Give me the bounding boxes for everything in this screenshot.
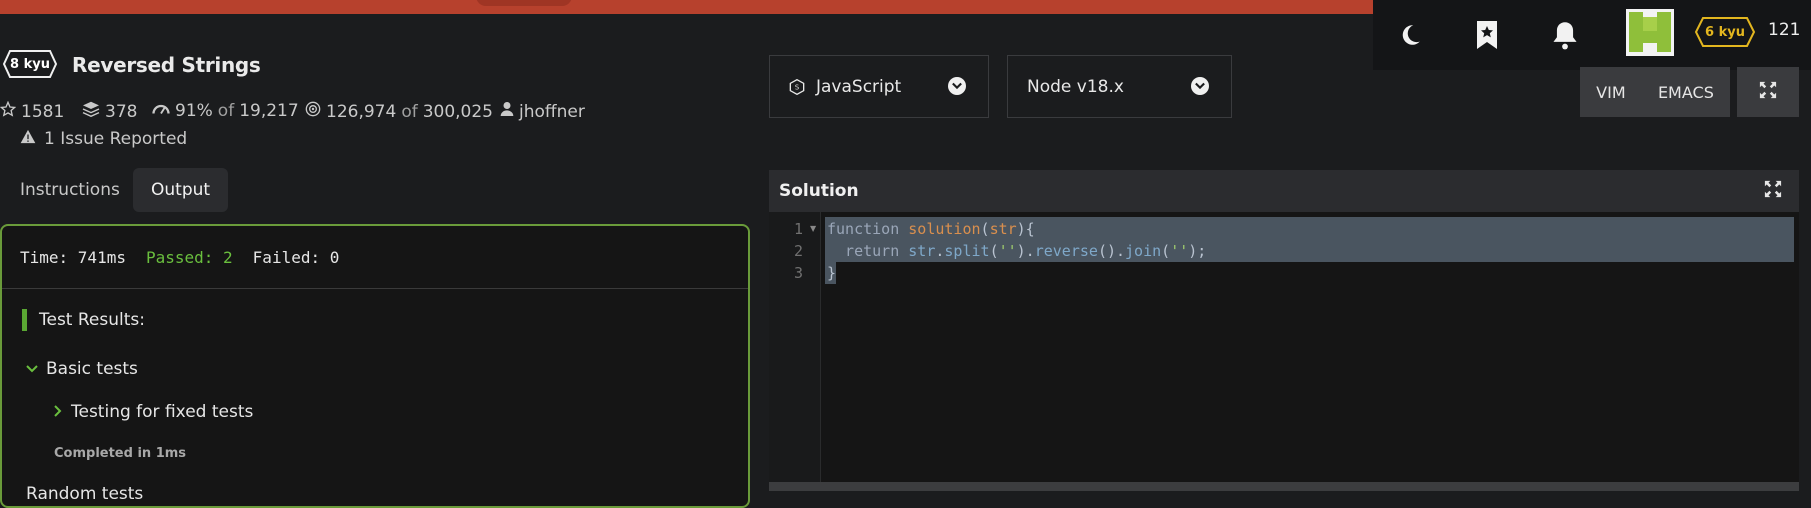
basic-tests-label: Basic tests: [46, 359, 138, 379]
collections-count: 378: [105, 101, 138, 122]
passed-count: Passed: 2: [145, 248, 233, 267]
target-icon: [305, 101, 321, 122]
code-line-3: }: [827, 264, 837, 282]
stars-count: 1581: [21, 101, 65, 122]
user-rank-badge[interactable]: 6 kyu: [1694, 16, 1756, 48]
tab-output[interactable]: Output: [133, 168, 229, 212]
paren: (: [980, 220, 990, 238]
completions-stat: 126,974 of 300,025: [305, 101, 493, 122]
failed-count: Failed: 0: [252, 248, 340, 267]
output-divider: [2, 288, 748, 289]
satisfaction-total: 19,217: [239, 101, 299, 121]
solution-title: Solution: [779, 181, 859, 201]
keyword: return: [827, 242, 900, 260]
basic-tests-group[interactable]: Basic tests: [26, 359, 138, 379]
string: '': [1170, 242, 1189, 260]
param: str: [989, 220, 1017, 238]
author-stat[interactable]: jhoffner: [500, 101, 585, 122]
svg-text:S: S: [795, 83, 799, 91]
bookmark-star-icon[interactable]: [1468, 16, 1506, 54]
random-tests-group[interactable]: Random tests: [26, 484, 143, 504]
solution-header: [769, 170, 1799, 212]
function-name: solution: [908, 220, 981, 238]
horizontal-scrollbar[interactable]: [769, 482, 1799, 491]
banner-tab[interactable]: [476, 0, 572, 6]
paren: (: [1161, 242, 1171, 260]
avatar[interactable]: [1626, 9, 1674, 56]
moon-icon[interactable]: [1391, 16, 1429, 54]
output-summary: Time: 741ms Passed: 2 Failed: 0: [20, 248, 339, 267]
expand-icon[interactable]: [1764, 180, 1782, 202]
paren: );: [1188, 242, 1207, 260]
method: reverse: [1034, 242, 1098, 260]
line-number: 3: [794, 264, 804, 282]
line-number: 1: [794, 220, 804, 238]
completions-total: 300,025: [422, 101, 494, 122]
method: split: [944, 242, 990, 260]
announcement-banner: [0, 0, 1400, 14]
version-select[interactable]: Node v18.x: [1007, 55, 1232, 118]
completed-time: Completed in 1ms: [54, 446, 187, 461]
code-line-1: function solution(str){: [827, 220, 1035, 238]
test-results-heading: Test Results:: [22, 309, 145, 331]
kata-rank-label: 8 kyu: [10, 56, 50, 72]
paren: (: [989, 242, 999, 260]
test-results-title: Test Results:: [39, 310, 145, 330]
satisfaction-of: of: [217, 101, 235, 121]
bell-icon[interactable]: [1546, 16, 1584, 54]
completions-count: 126,974: [326, 101, 397, 122]
layers-icon: [82, 101, 100, 122]
satisfaction-icon: [152, 101, 170, 121]
fold-arrow-icon[interactable]: ▼: [810, 224, 816, 233]
emacs-button[interactable]: EMACS: [1658, 83, 1714, 102]
keyword: function: [827, 220, 900, 238]
code-line-2: return str.split('').reverse().join('');: [827, 242, 1206, 260]
author-name: jhoffner: [519, 101, 585, 122]
stars-stat[interactable]: 1581: [0, 100, 65, 122]
chevron-down-icon: [948, 77, 966, 95]
chevron-down-icon: [1191, 77, 1209, 95]
run-time: Time: 741ms: [20, 248, 126, 267]
paren: ).: [1016, 242, 1035, 260]
satisfaction-rate: 91%: [175, 101, 213, 121]
warning-icon: [20, 129, 36, 149]
fixed-tests-label: Testing for fixed tests: [71, 402, 254, 422]
satisfaction-stat: 91% of 19,217: [152, 101, 299, 121]
paren: ){: [1016, 220, 1035, 238]
variable: str: [899, 242, 936, 260]
chevron-down-icon: [26, 360, 38, 378]
results-marker: [22, 309, 27, 331]
honor-count[interactable]: 121: [1768, 20, 1800, 40]
language-select[interactable]: S JavaScript: [769, 55, 989, 118]
fullscreen-button[interactable]: [1737, 67, 1799, 117]
issues-label: 1 Issue Reported: [44, 129, 188, 149]
editor-mode-buttons: VIM EMACS: [1580, 67, 1730, 117]
javascript-icon: S: [789, 78, 805, 95]
kata-title: Reversed Strings: [72, 53, 261, 77]
issues-link[interactable]: 1 Issue Reported: [20, 129, 187, 149]
fixed-tests-group[interactable]: Testing for fixed tests: [53, 402, 253, 422]
user-icon: [500, 101, 514, 122]
expand-icon: [1759, 81, 1777, 103]
user-rank-label: 6 kyu: [1705, 24, 1745, 40]
paren: ().: [1097, 242, 1126, 260]
collections-stat[interactable]: 378: [82, 101, 137, 122]
chevron-right-icon: [53, 403, 63, 421]
line-number: 2: [794, 242, 804, 260]
language-value: JavaScript: [816, 76, 902, 97]
vim-button[interactable]: VIM: [1596, 83, 1625, 102]
string: '': [998, 242, 1017, 260]
kata-rank-badge: 8 kyu: [2, 49, 58, 79]
method: join: [1125, 242, 1162, 260]
completions-of: of: [401, 101, 418, 122]
version-value: Node v18.x: [1027, 76, 1124, 97]
star-icon: [0, 100, 17, 122]
random-tests-label: Random tests: [26, 484, 144, 504]
tab-instructions[interactable]: Instructions: [2, 168, 138, 212]
